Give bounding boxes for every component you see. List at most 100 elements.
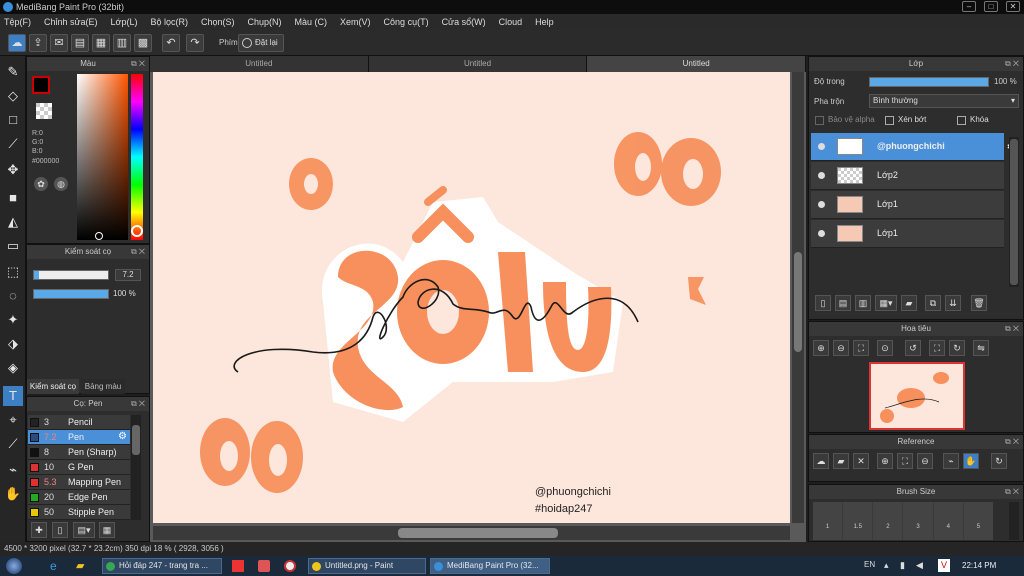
divide-tool-icon[interactable]: ⟋ [3, 434, 23, 454]
brush-opacity-slider[interactable] [33, 289, 109, 299]
palette-icon[interactable]: ◍ [54, 177, 68, 191]
eyedropper-tool-icon[interactable]: ⌁ [3, 460, 23, 480]
clipping-checkbox[interactable] [885, 116, 894, 125]
hue-handle[interactable] [131, 225, 143, 237]
move-tool-icon[interactable]: ✥ [3, 160, 23, 180]
open-folder-icon[interactable]: ▰ [833, 453, 849, 469]
grid-icon[interactable]: ▥ [113, 34, 131, 52]
redo-button[interactable]: ↷ [186, 34, 204, 52]
brush-tool-icon[interactable]: ✎ [3, 62, 23, 82]
language-indicator[interactable]: EN [864, 560, 875, 569]
select-tool-icon[interactable]: ⬚ [3, 262, 23, 282]
text-tool-icon[interactable]: T [3, 386, 23, 406]
new-8bit-layer-icon[interactable]: ▤ [835, 295, 851, 311]
add-layer-menu-icon[interactable]: ▦▾ [875, 295, 897, 311]
eraser-tool-icon[interactable]: ◇ [3, 86, 23, 106]
brush-item[interactable]: 50 Stipple Pen [28, 505, 130, 520]
lock-checkbox[interactable] [957, 116, 966, 125]
protect-alpha-checkbox[interactable] [815, 116, 824, 125]
vietkey-icon[interactable]: V [938, 559, 950, 572]
menu-window[interactable]: Cửa sổ(W) [442, 17, 486, 27]
primary-color-swatch[interactable] [32, 76, 50, 94]
tab-untitled-1[interactable]: Untitled [150, 56, 369, 72]
menu-help[interactable]: Help [535, 17, 554, 27]
document-icon[interactable]: ▤ [71, 34, 89, 52]
saturation-value-picker[interactable] [77, 74, 128, 240]
tab-brush-control[interactable]: Kiểm soát cọ [27, 379, 79, 394]
brush-size-value[interactable]: 7.2 [115, 269, 141, 281]
brush-item[interactable]: 3 Pencil [28, 415, 130, 430]
start-button[interactable] [6, 558, 22, 574]
brush-size-cell[interactable]: 1 [813, 502, 843, 540]
blend-mode-select[interactable]: Bình thường ▾ [869, 94, 1019, 108]
close-reference-icon[interactable]: ✕ [853, 453, 869, 469]
gear-icon[interactable]: ⚙ [118, 431, 127, 442]
eye-icon[interactable] [818, 230, 825, 237]
eye-icon[interactable] [818, 143, 825, 150]
app-icon-pink[interactable] [258, 560, 270, 572]
taskbar-item-medibang[interactable]: MediBang Paint Pro (32... [430, 558, 550, 574]
flip-icon[interactable]: ⇋ [973, 340, 989, 356]
cloud-icon[interactable]: ☁ [8, 34, 26, 52]
brush-size-cell[interactable]: 1.5 [843, 502, 873, 540]
menu-edit[interactable]: Chỉnh sửa(E) [44, 17, 98, 27]
brush-size-slider[interactable] [33, 270, 109, 280]
delete-layer-icon[interactable]: 🗑 [971, 295, 987, 311]
merge-layer-icon[interactable]: ⇊ [945, 295, 961, 311]
brush-size-scrollbar[interactable] [1009, 502, 1019, 540]
undo-button[interactable]: ↶ [162, 34, 180, 52]
layer-opacity-slider[interactable] [869, 77, 989, 87]
zoom-in-icon[interactable]: ⊕ [813, 340, 829, 356]
menu-filter[interactable]: Bộ lọc(R) [150, 17, 188, 27]
horizontal-scrollbar[interactable] [153, 526, 790, 540]
tab-untitled-2[interactable]: Untitled [368, 56, 588, 72]
page-icon[interactable]: ▦ [92, 34, 110, 52]
actual-size-icon[interactable]: ⊙ [877, 340, 893, 356]
menu-cloud[interactable]: Cloud [499, 17, 523, 27]
ref-zoom-in-icon[interactable]: ⊕ [877, 453, 893, 469]
new-brush-icon[interactable]: ▯ [52, 522, 68, 538]
explorer-icon[interactable]: ▰ [76, 559, 84, 572]
menu-file[interactable]: Tệp(F) [4, 17, 31, 27]
fill-rect-tool-icon[interactable]: ■ [3, 188, 23, 208]
ref-fit-icon[interactable]: ⛶ [897, 453, 913, 469]
taskbar-item-browser[interactable]: Hỏi đáp 247 - trang tra ... [102, 558, 222, 574]
reset-button[interactable]: Đặt lại [238, 34, 284, 52]
media-icon[interactable] [232, 560, 244, 572]
tab-untitled-3[interactable]: Untitled [587, 56, 807, 72]
menu-snap[interactable]: Chụp(N) [248, 17, 282, 27]
brush-item[interactable]: 5.3 Mapping Pen [28, 475, 130, 490]
eye-icon[interactable] [818, 201, 825, 208]
share-icon[interactable]: ⇪ [29, 34, 47, 52]
layer-row[interactable]: Lớp1 [811, 220, 1004, 248]
brush-item[interactable]: 20 Edge Pen [28, 490, 130, 505]
brush-item[interactable]: 8 Pen (Sharp) [28, 445, 130, 460]
tray-up-icon[interactable]: ▴ [884, 560, 889, 571]
ref-rotate-icon[interactable]: ↻ [991, 453, 1007, 469]
menu-tools[interactable]: Công cụ(T) [384, 17, 429, 27]
dot-tool-icon[interactable]: ⟋ [3, 134, 23, 154]
brush-item[interactable]: 10 G Pen [28, 460, 130, 475]
brush-item-selected[interactable]: 7.2 Pen ⚙ [28, 430, 130, 445]
vertical-scrollbar[interactable] [792, 72, 804, 523]
tab-palette[interactable]: Bảng màu [81, 379, 125, 394]
taskbar-item-paint[interactable]: Untitled.png - Paint [308, 558, 426, 574]
hue-slider[interactable] [131, 74, 143, 240]
rect-tool-icon[interactable]: □ [3, 110, 23, 130]
brush-size-cell[interactable]: 2 [873, 502, 903, 540]
brush-size-cell[interactable]: 4 [933, 502, 963, 540]
rotate-right-icon[interactable]: ↻ [949, 340, 965, 356]
menu-view[interactable]: Xem(V) [340, 17, 371, 27]
network-icon[interactable]: ▮ [900, 560, 905, 571]
hand-tool-icon[interactable]: ✋ [3, 484, 23, 504]
eye-icon[interactable] [818, 172, 825, 179]
color-wheel-icon[interactable]: ✿ [34, 177, 48, 191]
bucket-tool-icon[interactable]: ◭ [3, 212, 23, 232]
layer-scrollbar[interactable] [1009, 137, 1019, 287]
duplicate-layer-icon[interactable]: ⧉ [925, 295, 941, 311]
menu-layer[interactable]: Lớp(L) [111, 17, 138, 27]
layer-row[interactable]: Lớp1 [811, 191, 1004, 219]
chrome-app-icon[interactable] [284, 560, 296, 572]
folder-icon[interactable]: ▰ [901, 295, 917, 311]
volume-icon[interactable]: ◀ [916, 560, 923, 571]
